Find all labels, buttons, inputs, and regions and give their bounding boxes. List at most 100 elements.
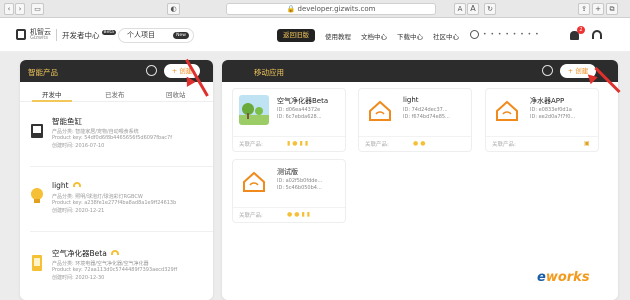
card-divider xyxy=(233,207,345,208)
app-id: ID: e0833ef0d1a xyxy=(530,107,572,113)
list-divider xyxy=(30,231,213,232)
product-name: 空气净化器Beta xyxy=(52,249,107,258)
product-key: Product key: 72aa113d0c5744489f7393aecd3… xyxy=(52,267,178,273)
product-key: Product key: 54df0d6f8b4465656f5d6097fba… xyxy=(52,135,172,141)
linked-products-label: 关联产品: xyxy=(492,142,516,148)
lock-icon: 🔒 xyxy=(286,5,296,13)
nav-community[interactable]: 社区中心 xyxy=(433,31,459,41)
app-card[interactable]: light ID: 74d24dec37... ID: f674bd74e85.… xyxy=(358,88,472,152)
product-created: 创建时间: 2020-12-21 xyxy=(52,208,105,214)
product-name-row: 空气净化器Beta xyxy=(52,248,119,259)
app-photo-icon xyxy=(239,95,269,125)
beta-badge: Beta xyxy=(101,30,116,35)
watermark-e: e xyxy=(537,270,546,285)
smart-products-panel: 智能产品 + 创建 开发中 已发布 回收站 智能鱼缸 产品分类: 智能家居/宠物… xyxy=(20,60,213,300)
app-name: light xyxy=(403,96,419,104)
search-icon[interactable] xyxy=(542,65,553,76)
sidebar-icon[interactable]: ▭ xyxy=(31,3,44,15)
address-bar[interactable]: 🔒 developer.gizwits.com xyxy=(226,3,436,15)
app-secret: ID: ee2d0a7f7f0... xyxy=(530,114,576,120)
smart-home-icon xyxy=(492,95,522,125)
app-id: ID: d06ea44372e xyxy=(277,107,321,113)
bulb-icon xyxy=(31,188,43,203)
font-larger-button[interactable]: A xyxy=(467,3,479,15)
product-name-row: light xyxy=(52,181,81,190)
product-item[interactable]: light 产品分类: 照明/球泡灯/球泡彩灯RGBCW Product key… xyxy=(30,181,210,236)
smart-home-icon xyxy=(365,95,395,125)
back-icon[interactable]: ‹ xyxy=(4,3,14,15)
app-card[interactable]: 净水器APP ID: e0833ef0d1a ID: ee2d0a7f7f0..… xyxy=(485,88,599,152)
product-name: light xyxy=(52,181,69,190)
air-purifier-icon xyxy=(32,255,42,271)
fish-tank-icon xyxy=(31,124,43,138)
reload-icon[interactable]: ↻ xyxy=(484,3,496,15)
shield-icon[interactable]: ◐ xyxy=(167,3,180,15)
linked-products-label: 关联产品: xyxy=(239,142,263,148)
logo-subtext: Gizwits xyxy=(30,35,48,41)
linked-product-icons: ▣ xyxy=(584,140,592,147)
eworks-watermark: eworks xyxy=(537,270,590,285)
list-divider xyxy=(30,166,213,167)
product-created: 创建时间: 2016-07-10 xyxy=(52,143,105,149)
forward-icon[interactable]: › xyxy=(15,3,25,15)
product-category: 产品分类: 照明/球泡灯/球泡彩灯RGBCW xyxy=(52,194,143,200)
watermark-rest: works xyxy=(545,270,590,285)
mobile-apps-panel: 移动应用 + 创建 空气净化器Beta ID: d06ea44372e ID: … xyxy=(222,60,618,300)
support-headset-icon[interactable] xyxy=(592,30,602,39)
tab-published[interactable]: 已发布 xyxy=(105,89,125,99)
product-item[interactable]: 智能鱼缸 产品分类: 智能家居/宠物/自动喂食系统 Product key: 5… xyxy=(30,116,210,171)
search-icon[interactable] xyxy=(146,65,157,76)
nav-download[interactable]: 下载中心 xyxy=(397,31,423,41)
product-tabs: 开发中 已发布 回收站 xyxy=(20,82,213,102)
apps-panel-header: 移动应用 + 创建 xyxy=(222,60,618,82)
wifi-icon xyxy=(110,250,119,255)
user-name: • • • • • • • • xyxy=(483,31,540,38)
project-select[interactable]: 个人项目 New xyxy=(118,28,194,43)
active-tab-indicator xyxy=(32,100,72,102)
app-name: 测试版 xyxy=(277,168,298,176)
card-divider xyxy=(233,136,345,137)
card-divider xyxy=(359,136,471,137)
nav-tutorial[interactable]: 使用教程 xyxy=(325,31,351,41)
apps-panel-title: 移动应用 xyxy=(254,68,284,77)
tab-recycle-bin[interactable]: 回收站 xyxy=(166,89,186,99)
new-tab-icon[interactable]: + xyxy=(592,3,604,15)
app-card[interactable]: 测试版 ID: a02f5b0fdde... ID: 5c46b050b4...… xyxy=(232,159,346,223)
product-key: Product key: a238fe1e277f4ba8ad8a1e9ff24… xyxy=(52,200,177,206)
product-name: 智能鱼缸 xyxy=(52,117,82,126)
user-menu[interactable]: • • • • • • • • xyxy=(470,27,552,43)
app-id: ID: a02f5b0fdde... xyxy=(277,178,323,184)
app-secret: ID: 6c7ebda628... xyxy=(277,114,322,120)
share-icon[interactable]: ⇪ xyxy=(578,3,590,15)
dev-center-title: 开发者中心 Beta xyxy=(62,30,116,41)
product-category: 产品分类: 智能家居/宠物/自动喂食系统 xyxy=(52,129,139,135)
old-version-button[interactable]: 返回旧版 xyxy=(277,29,315,42)
linked-product-icons: ●●▮▮ xyxy=(287,211,313,218)
product-item[interactable]: 空气净化器Beta 产品分类: 环境电器/空气净化器/空气净化器 Product… xyxy=(30,248,210,300)
card-divider xyxy=(486,136,598,137)
app-card[interactable]: 空气净化器Beta ID: d06ea44372e ID: 6c7ebda628… xyxy=(232,88,346,152)
app-secret: ID: 5c46b050b4... xyxy=(277,185,322,191)
smart-home-icon xyxy=(239,166,269,196)
wifi-icon xyxy=(72,182,81,187)
app-header: 机智云 Gizwits 开发者中心 Beta 个人项目 New 返回旧版 使用教程 … xyxy=(0,18,630,52)
new-badge: New xyxy=(173,32,189,39)
notification-badge: 2 xyxy=(577,26,585,34)
project-label: 个人项目 xyxy=(127,31,155,39)
nav-docs[interactable]: 文档中心 xyxy=(361,31,387,41)
app-secret: ID: f674bd74e85... xyxy=(403,114,450,120)
dev-center-label: 开发者中心 xyxy=(62,31,100,40)
user-avatar-icon xyxy=(470,30,479,39)
linked-products-label: 关联产品: xyxy=(365,142,389,148)
product-created: 创建时间: 2020-12-30 xyxy=(52,275,105,281)
linked-product-icons: ▮●▮▮ xyxy=(287,140,311,147)
linked-product-icons: ●● xyxy=(413,140,428,147)
logo-mark-icon xyxy=(16,29,26,40)
tabs-icon[interactable]: ⧉ xyxy=(606,3,618,15)
header-divider xyxy=(56,29,57,41)
app-name: 空气净化器Beta xyxy=(277,97,329,105)
font-smaller-button[interactable]: A xyxy=(454,3,466,15)
browser-bar: ‹ › ▭ ◐ 🔒 developer.gizwits.com A A ↻ ⇪ … xyxy=(0,0,630,18)
app-id: ID: 74d24dec37... xyxy=(403,107,448,113)
tab-developing[interactable]: 开发中 xyxy=(42,89,62,99)
